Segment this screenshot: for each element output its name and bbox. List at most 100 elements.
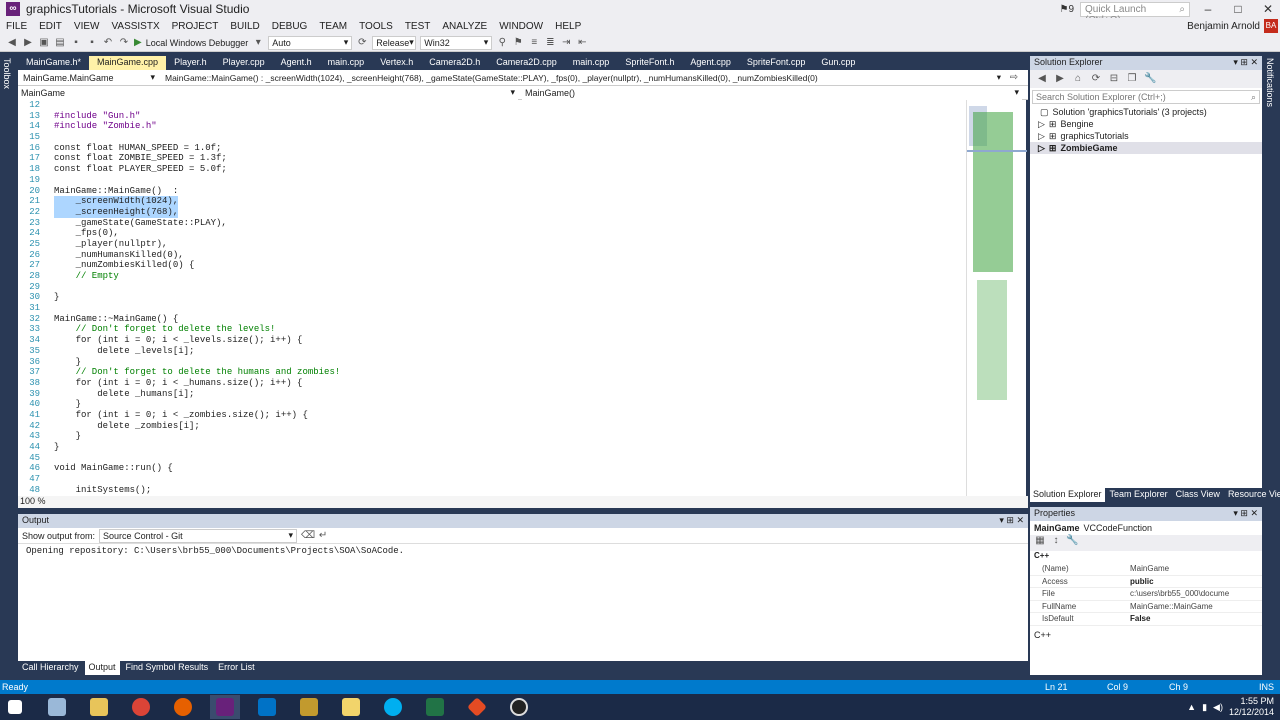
platform-select[interactable]: Win32 ▾: [420, 35, 493, 50]
maximize-button[interactable]: □: [1226, 0, 1250, 18]
new-project-icon[interactable]: ▣: [38, 37, 50, 49]
minimize-button[interactable]: –: [1196, 0, 1220, 18]
zoom-level[interactable]: 100 %: [18, 496, 1028, 508]
property-row[interactable]: IsDefault False: [1030, 613, 1262, 626]
word-wrap-icon[interactable]: ↵: [317, 530, 329, 542]
doc-tab[interactable]: Camera2D.h: [421, 56, 488, 70]
solution-tab[interactable]: Solution Explorer: [1030, 488, 1105, 502]
doc-tab[interactable]: Agent.h: [273, 56, 320, 70]
firefox-icon[interactable]: [168, 695, 198, 719]
volume-icon[interactable]: ◀): [1213, 702, 1223, 713]
menu-test[interactable]: TEST: [399, 21, 437, 32]
menu-edit[interactable]: EDIT: [33, 21, 68, 32]
member-select[interactable]: MainGame::MainGame() : _screenWidth(1024…: [162, 70, 1004, 85]
obs-icon[interactable]: [504, 695, 534, 719]
bookmark-icon[interactable]: ⚑: [512, 37, 524, 49]
menu-build[interactable]: BUILD: [224, 21, 265, 32]
notifications-side-tab[interactable]: Notifications: [1265, 58, 1275, 138]
tray-arrow-icon[interactable]: ▲: [1187, 702, 1196, 712]
project-node[interactable]: ▷ ⊞ ZombieGame: [1030, 142, 1262, 154]
uncomment-icon[interactable]: ≣: [544, 37, 556, 49]
expand-arrow-icon[interactable]: ▷: [1038, 130, 1045, 142]
categorized-icon[interactable]: ▦: [1034, 535, 1046, 547]
menu-vassistx[interactable]: VASSISTX: [105, 21, 165, 32]
alphabetical-icon[interactable]: ↕: [1050, 535, 1062, 547]
doc-tab[interactable]: SpriteFont.cpp: [739, 56, 814, 70]
doc-tab[interactable]: Vertex.h: [372, 56, 421, 70]
home-icon[interactable]: ⌂: [1072, 73, 1084, 85]
quick-launch-input[interactable]: Quick Launch (Ctrl+Q) ⌕: [1080, 1, 1190, 26]
configuration-select[interactable]: Release ▾: [372, 35, 417, 50]
pane-controls[interactable]: ▾ ⊞ ✕: [1233, 57, 1258, 69]
doc-tab[interactable]: SpriteFont.h: [617, 56, 682, 70]
folder-icon[interactable]: [336, 695, 366, 719]
go-icon[interactable]: ⇨: [1008, 72, 1020, 84]
file-icon[interactable]: [42, 695, 72, 719]
doc-tab[interactable]: MainGame.cpp: [89, 56, 167, 70]
doc-tab[interactable]: Camera2D.cpp: [488, 56, 565, 70]
indent-icon[interactable]: ⇥: [560, 37, 572, 49]
solution-config-auto-select[interactable]: Auto ▾: [268, 35, 353, 50]
comment-icon[interactable]: ≡: [528, 37, 540, 49]
doc-tab[interactable]: Gun.cpp: [813, 56, 863, 70]
properties-object-select[interactable]: MainGame VCCodeFunction: [1030, 521, 1262, 535]
project-node[interactable]: ▷ ⊞ graphicsTutorials: [1030, 130, 1262, 142]
notifications-flag-icon[interactable]: ⚑9: [1059, 4, 1074, 15]
find-icon[interactable]: ⚲: [496, 37, 508, 49]
expand-arrow-icon[interactable]: ▷: [1038, 142, 1045, 154]
scope-select[interactable]: MainGame ▾: [18, 85, 518, 100]
properties-icon[interactable]: 🔧: [1144, 73, 1156, 85]
sync-icon[interactable]: ⟳: [1090, 73, 1102, 85]
function-select[interactable]: MainGame() ▾: [522, 85, 1022, 100]
menu-project[interactable]: PROJECT: [166, 21, 225, 32]
undo-icon[interactable]: ↶: [102, 37, 114, 49]
user-name[interactable]: Benjamin Arnold: [1187, 21, 1260, 32]
outlook-icon[interactable]: [252, 695, 282, 719]
property-pages-icon[interactable]: 🔧: [1066, 535, 1078, 547]
property-row[interactable]: Access public: [1030, 576, 1262, 588]
save-all-icon[interactable]: ▪: [86, 37, 98, 49]
collapse-icon[interactable]: ⊟: [1108, 73, 1120, 85]
menu-window[interactable]: WINDOW: [493, 21, 549, 32]
dropdown-arrow-icon[interactable]: ▾: [252, 37, 264, 49]
solution-tab[interactable]: Class View: [1173, 488, 1223, 502]
project-node[interactable]: ▷ ⊞ Bengine: [1030, 118, 1262, 130]
visual-studio-icon[interactable]: [210, 695, 240, 719]
menu-help[interactable]: HELP: [549, 21, 587, 32]
bottom-tab[interactable]: Error List: [214, 661, 259, 675]
scrollbar-map[interactable]: [966, 100, 1027, 496]
menu-team[interactable]: TEAM: [313, 21, 353, 32]
network-icon[interactable]: ▮: [1202, 702, 1207, 713]
forward-icon[interactable]: ▶: [1054, 73, 1066, 85]
bottom-tab[interactable]: Find Symbol Results: [122, 661, 213, 675]
start-debugging-icon[interactable]: ▶: [134, 37, 142, 48]
solution-search-input[interactable]: Search Solution Explorer (Ctrl+;) ⌕: [1032, 90, 1260, 104]
pane-controls[interactable]: ▾ ⊞ ✕: [999, 515, 1024, 527]
menu-tools[interactable]: TOOLS: [353, 21, 399, 32]
output-source-select[interactable]: Source Control - Git ▾: [99, 528, 298, 543]
clear-all-icon[interactable]: ⌫: [301, 530, 315, 542]
menu-view[interactable]: VIEW: [68, 21, 106, 32]
code-editor[interactable]: 12 13 #include "Gun.h" 14 #include "Zombie.h…: [18, 100, 966, 496]
toolbox-side-tab[interactable]: Toolbox: [2, 58, 12, 118]
doc-tab[interactable]: Player.h: [166, 56, 215, 70]
clock[interactable]: 1:55 PM 12/12/2014: [1229, 696, 1274, 718]
menu-debug[interactable]: DEBUG: [266, 21, 314, 32]
cheat-engine-icon[interactable]: [294, 695, 324, 719]
back-icon[interactable]: ◀: [6, 37, 18, 49]
file-explorer-icon[interactable]: [84, 695, 114, 719]
attach-icon[interactable]: ⟳: [356, 37, 368, 49]
save-icon[interactable]: ▪: [70, 37, 82, 49]
solution-node[interactable]: ▢ Solution 'graphicsTutorials' (3 project…: [1030, 106, 1262, 118]
doc-tab[interactable]: Player.cpp: [215, 56, 273, 70]
bottom-tab[interactable]: Output: [84, 661, 120, 675]
open-file-icon[interactable]: ▤: [54, 37, 66, 49]
solution-tab[interactable]: Team Explorer: [1107, 488, 1171, 502]
skype-icon[interactable]: [378, 695, 408, 719]
menu-analyze[interactable]: ANALYZE: [436, 21, 493, 32]
outdent-icon[interactable]: ⇤: [576, 37, 588, 49]
pane-controls[interactable]: ▾ ⊞ ✕: [1233, 508, 1258, 520]
property-row[interactable]: File c:\users\brb55_000\docume: [1030, 588, 1262, 601]
property-row[interactable]: (Name) MainGame: [1030, 563, 1262, 576]
git-icon[interactable]: [462, 695, 492, 719]
